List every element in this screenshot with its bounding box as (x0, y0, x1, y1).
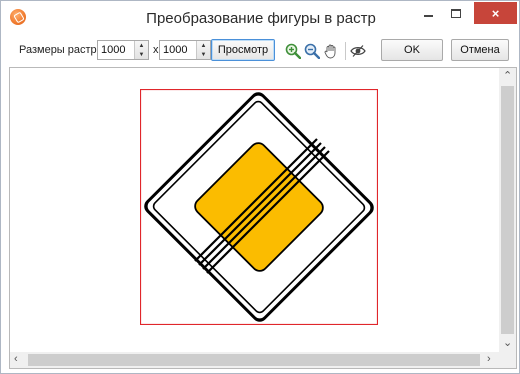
vertical-scroll-thumb[interactable] (501, 86, 514, 334)
spin-up-icon[interactable]: ▲ (197, 41, 210, 50)
maximize-button[interactable] (442, 2, 469, 24)
scroll-down-icon[interactable]: ⌄ (503, 336, 512, 349)
zoom-out-icon[interactable] (304, 43, 320, 59)
show-hide-icon[interactable] (350, 43, 366, 59)
priority-road-end-sign (140, 89, 378, 325)
raster-size-label: Размеры растра: (19, 44, 106, 56)
hand-pan-icon[interactable] (323, 43, 339, 59)
close-icon: × (491, 5, 500, 21)
spin-down-icon[interactable]: ▼ (135, 50, 148, 59)
scroll-left-icon[interactable]: ‹ (14, 353, 18, 365)
preview-area[interactable]: ⌃ ⌄ ‹ › (9, 67, 517, 369)
resize-grip[interactable] (499, 352, 516, 368)
raster-width-input[interactable] (98, 41, 134, 59)
scroll-right-icon[interactable]: › (487, 353, 491, 365)
spin-up-icon[interactable]: ▲ (135, 41, 148, 50)
app-icon (10, 9, 26, 25)
times-sign: x (153, 44, 159, 56)
cancel-button[interactable]: Отмена (451, 39, 509, 61)
raster-conversion-dialog: Преобразование фигуры в растр × Размеры … (0, 0, 520, 374)
raster-width-stepper[interactable]: ▲ ▼ (97, 40, 149, 60)
zoom-in-icon[interactable] (285, 43, 301, 59)
close-button[interactable]: × (474, 2, 517, 24)
raster-height-input[interactable] (160, 41, 196, 59)
width-spin-arrows[interactable]: ▲ ▼ (134, 41, 148, 59)
horizontal-scroll-thumb[interactable] (28, 354, 480, 366)
scroll-up-icon[interactable]: ⌃ (503, 69, 512, 82)
maximize-icon (450, 8, 461, 18)
ok-button[interactable]: OK (381, 39, 443, 61)
raster-height-stepper[interactable]: ▲ ▼ (159, 40, 211, 60)
toolbar-separator (345, 42, 346, 60)
title-bar[interactable]: Преобразование фигуры в растр × (1, 1, 519, 34)
minimize-icon (424, 15, 433, 17)
vertical-scrollbar[interactable]: ⌃ ⌄ (499, 68, 516, 354)
height-spin-arrows[interactable]: ▲ ▼ (196, 41, 210, 59)
horizontal-scrollbar[interactable]: ‹ › (10, 352, 499, 368)
toolbar: Размеры растра: ▲ ▼ x ▲ ▼ Просмотр (7, 36, 515, 64)
window-title: Преобразование фигуры в растр (146, 10, 376, 27)
minimize-button[interactable] (415, 2, 442, 24)
preview-button[interactable]: Просмотр (211, 39, 275, 61)
spin-down-icon[interactable]: ▼ (197, 50, 210, 59)
